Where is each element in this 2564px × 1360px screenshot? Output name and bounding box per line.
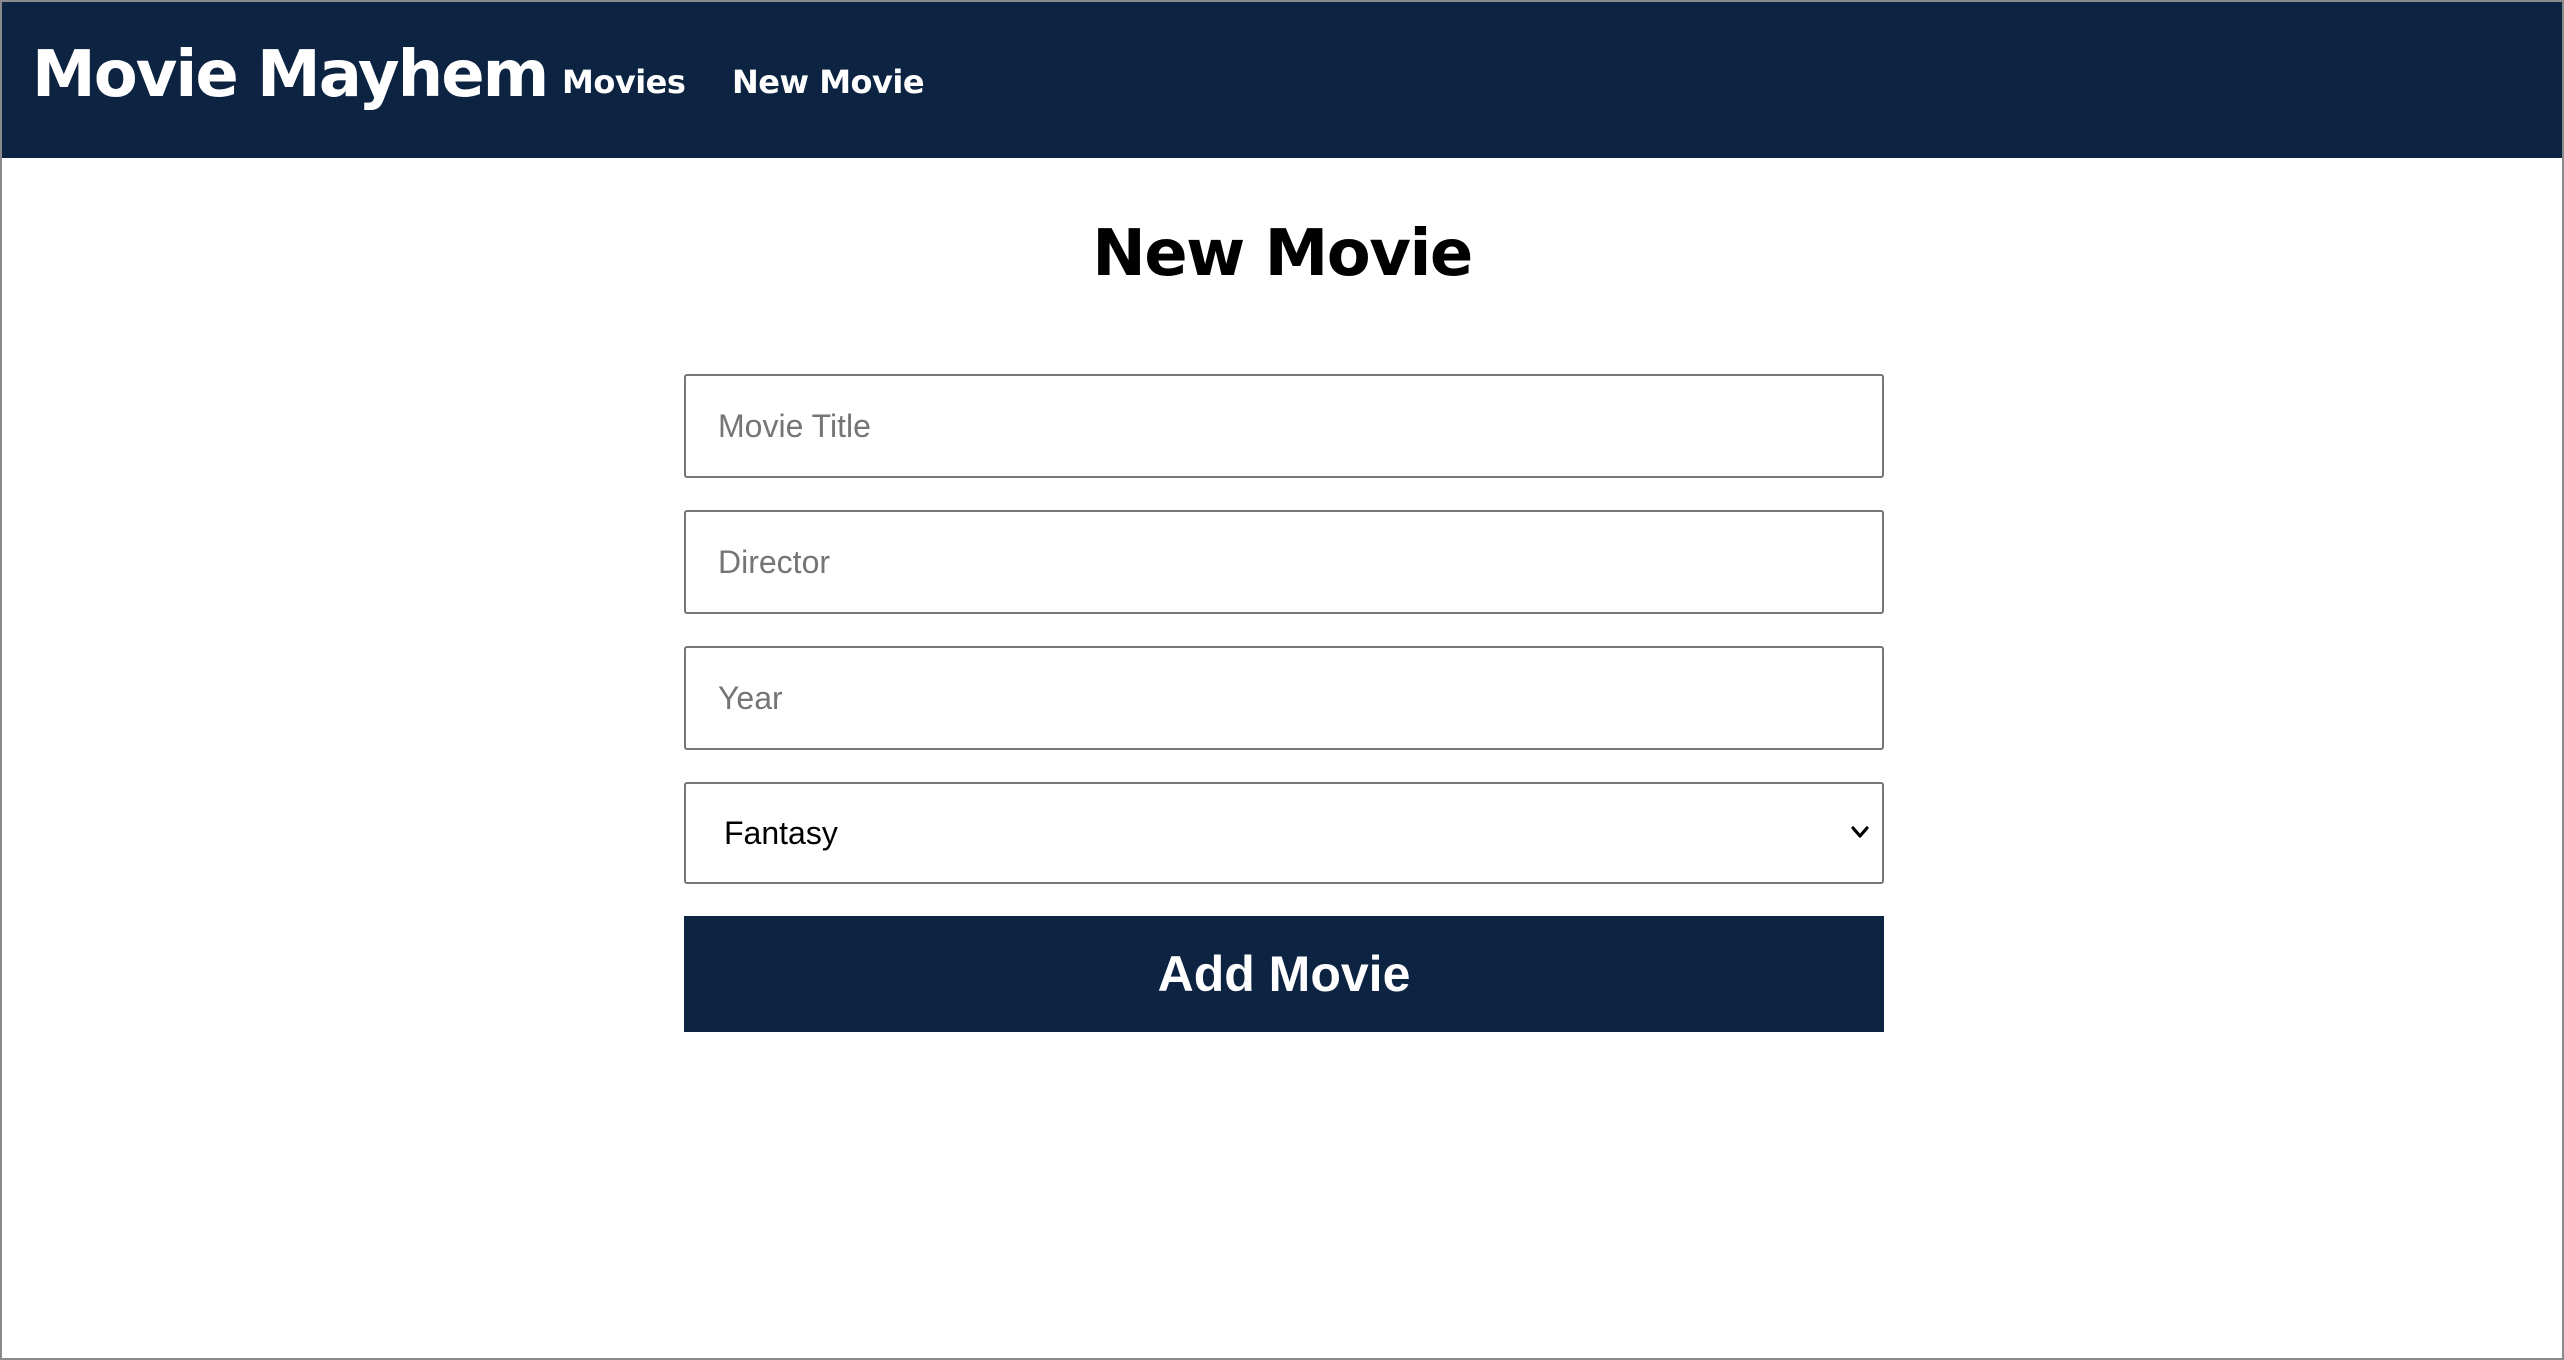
nav-link-movies[interactable]: Movies [562, 54, 686, 110]
top-navbar: Movie Mayhem Movies New Movie [2, 2, 2562, 158]
genre-select[interactable]: Fantasy [684, 782, 1884, 884]
chevron-down-icon [1851, 826, 1869, 838]
nav-link-new-movie[interactable]: New Movie [732, 54, 925, 110]
add-movie-button[interactable]: Add Movie [684, 916, 1884, 1032]
director-input[interactable] [684, 510, 1884, 614]
brand-logo-link[interactable]: Movie Mayhem [32, 30, 549, 120]
genre-select-value: Fantasy [724, 815, 838, 851]
browser-viewport: Movie Mayhem Movies New Movie New Movie … [0, 0, 2564, 1360]
page-title: New Movie [1092, 217, 1473, 291]
movie-title-input[interactable] [684, 374, 1884, 478]
year-input[interactable] [684, 646, 1884, 750]
